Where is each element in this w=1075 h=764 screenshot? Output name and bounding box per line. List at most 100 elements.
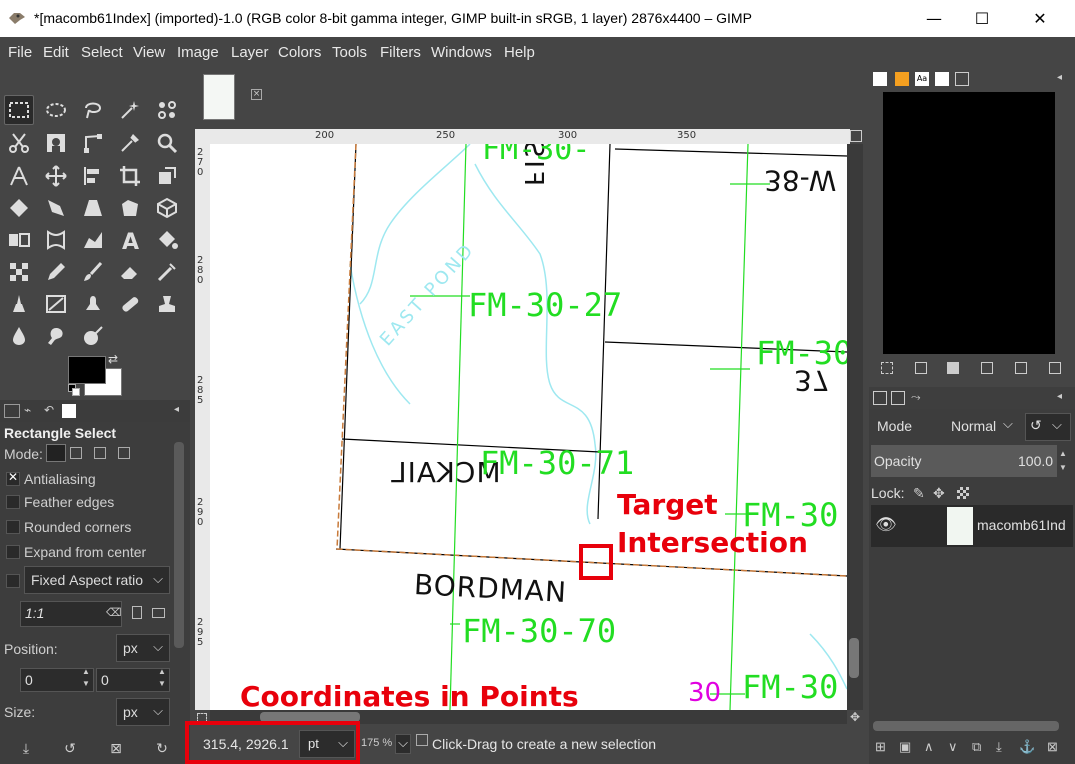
menu-edit[interactable]: Edit <box>43 44 69 61</box>
mode-intersect-button[interactable] <box>118 447 130 459</box>
unified-transform-tool[interactable] <box>152 161 182 191</box>
clone-tool[interactable] <box>41 289 71 319</box>
zoom-fit-icon[interactable] <box>850 130 862 142</box>
3d-transform-tool[interactable] <box>152 193 182 223</box>
position-unit-combo[interactable]: px ⌵ <box>116 634 170 662</box>
layer-mode-combo[interactable]: Normal ⌵ <box>943 411 1021 441</box>
delete-layer-icon[interactable]: ⊠ <box>1047 739 1058 755</box>
warp-tool[interactable] <box>41 225 71 255</box>
rounded-corners-checkbox[interactable] <box>6 520 20 534</box>
rect-select-tool[interactable] <box>4 95 34 125</box>
menu-select[interactable]: Select <box>81 44 123 61</box>
new-layer-icon[interactable]: ⊞ <box>875 739 886 755</box>
image-canvas[interactable]: FISHER MCKAIL BORDMAN EAST POND FM-30- F… <box>210 144 847 710</box>
restore-options-icon[interactable]: ↺ <box>62 741 78 757</box>
lower-layer-icon[interactable]: ∨ <box>948 739 958 755</box>
channels-tab[interactable] <box>891 391 905 405</box>
foreground-select-tool[interactable] <box>41 128 71 158</box>
pencil-tool[interactable] <box>41 257 71 287</box>
brush-preview[interactable] <box>883 92 1055 354</box>
close-button[interactable]: ✕ <box>1017 0 1063 37</box>
device-status-tab[interactable]: ⌁ <box>24 403 31 417</box>
preview-button-3-icon[interactable] <box>947 362 959 374</box>
save-options-icon[interactable]: ⤓ <box>18 741 34 757</box>
default-colors-icon[interactable] <box>68 384 80 396</box>
warp-transform-tool[interactable] <box>4 193 34 223</box>
layers-scrollbar[interactable] <box>873 721 1059 731</box>
opacity-stepper[interactable]: ▲ ▼ <box>1059 447 1067 475</box>
expand-from-center-checkbox[interactable] <box>6 545 20 559</box>
dodge-burn-tool[interactable] <box>4 321 34 351</box>
templates-tab[interactable] <box>955 72 969 86</box>
bucket-fill-tool[interactable] <box>152 225 182 255</box>
clear-ratio-icon[interactable]: ⌫ <box>106 606 122 619</box>
ruler-corner[interactable] <box>195 129 210 144</box>
preview-button-2-icon[interactable] <box>915 362 927 374</box>
anchor-layer-icon[interactable]: ⚓ <box>1019 739 1035 755</box>
vertical-scrollbar[interactable] <box>847 144 863 710</box>
position-x-stepper[interactable]: ▲ ▼ <box>82 666 90 690</box>
ellipse-select-tool[interactable] <box>41 95 71 125</box>
airbrush-tool[interactable] <box>152 257 182 287</box>
eraser-tool[interactable] <box>115 257 145 287</box>
gradient-tool[interactable] <box>78 321 108 351</box>
opacity-slider[interactable]: Opacity 100.0 <box>871 445 1057 477</box>
portrait-icon[interactable] <box>132 606 142 619</box>
menu-layer[interactable]: Layer <box>231 44 269 61</box>
paths-tab[interactable]: ⤳ <box>911 390 921 405</box>
patterns-tab[interactable] <box>895 72 909 86</box>
tool-options-tab[interactable] <box>4 404 20 418</box>
antialiasing-checkbox[interactable] <box>6 470 20 486</box>
swap-colors-icon[interactable]: ⇄ <box>108 352 118 366</box>
align-tool[interactable] <box>78 161 108 191</box>
perspective-clone-tool[interactable] <box>115 289 145 319</box>
delete-options-icon[interactable]: ⊠ <box>108 741 124 757</box>
mode-replace-button[interactable] <box>46 444 66 462</box>
smudge-finger-tool[interactable] <box>41 321 71 351</box>
configure-layers-icon[interactable]: ◂ <box>1057 391 1062 402</box>
preview-button-5-icon[interactable] <box>1015 362 1027 374</box>
zoom-tool[interactable] <box>152 128 182 158</box>
documents-tab[interactable] <box>935 72 949 86</box>
menu-image[interactable]: Image <box>177 44 219 61</box>
menu-help[interactable]: Help <box>504 44 535 61</box>
preview-button-4-icon[interactable] <box>981 362 993 374</box>
undo-history-tab[interactable]: ↶ <box>44 403 54 417</box>
horizontal-ruler[interactable]: 200 250 300 350 <box>210 129 850 144</box>
new-layer-group-icon[interactable]: ▣ <box>899 739 911 755</box>
handle-transform-tool[interactable] <box>41 193 71 223</box>
menu-colors[interactable]: Colors <box>278 44 321 61</box>
size-unit-combo[interactable]: px ⌵ <box>116 698 170 726</box>
mode-subtract-button[interactable] <box>94 447 106 459</box>
brushes-tab[interactable] <box>873 72 887 86</box>
raise-layer-icon[interactable]: ∧ <box>924 739 934 755</box>
preview-button-1-icon[interactable] <box>881 362 893 374</box>
preview-button-6-icon[interactable] <box>1049 362 1061 374</box>
eye-icon[interactable]: 👁 <box>875 515 897 535</box>
configure-tab-icon[interactable]: ◂ <box>174 404 179 415</box>
configure-dock-icon[interactable]: ◂ <box>1057 72 1062 83</box>
menu-filters[interactable]: Filters <box>380 44 421 61</box>
free-select-tool[interactable] <box>78 95 108 125</box>
vertical-scroll-thumb[interactable] <box>849 638 859 678</box>
layer-row[interactable]: 👁 macomb61Ind <box>871 505 1073 547</box>
fuzzy-select-tool[interactable] <box>115 95 145 125</box>
cage-transform-tool[interactable] <box>115 193 145 223</box>
mode-reset-icon[interactable]: ↺ ⌵ <box>1025 413 1071 441</box>
layers-tab[interactable] <box>873 391 887 405</box>
menu-view[interactable]: View <box>133 44 165 61</box>
menu-windows[interactable]: Windows <box>431 44 492 61</box>
move-tool[interactable] <box>41 161 71 191</box>
images-tab[interactable] <box>62 404 76 418</box>
navigate-icon[interactable]: ✥ <box>850 710 860 724</box>
fixed-mode-combo[interactable]: Fixed Aspect ratio ⌵ <box>24 566 170 594</box>
position-y-stepper[interactable]: ▲ ▼ <box>158 666 166 690</box>
maximize-button[interactable]: ☐ <box>959 0 1005 37</box>
feather-edges-checkbox[interactable] <box>6 495 20 509</box>
color-picker-tool[interactable] <box>115 128 145 158</box>
minimize-button[interactable]: — <box>911 0 957 37</box>
zoom-combo[interactable]: 175 % ⌵ <box>357 730 411 758</box>
mypaint-brush-tool[interactable] <box>4 257 34 287</box>
merge-layer-icon[interactable]: ⤓ <box>996 739 1002 755</box>
menu-tools[interactable]: Tools <box>332 44 367 61</box>
